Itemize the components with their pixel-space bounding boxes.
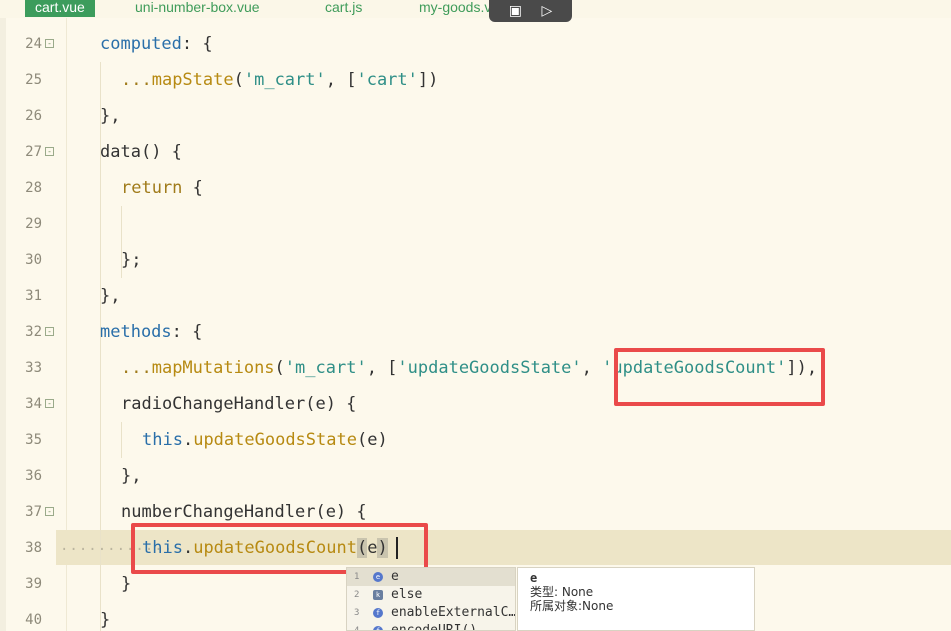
fold-toggle-icon[interactable]: -: [45, 399, 54, 408]
line-number: 27: [25, 144, 42, 160]
line-number: 33: [25, 360, 42, 376]
code-line-29[interactable]: 29: [0, 206, 951, 242]
code-line-30[interactable]: 30 };: [0, 242, 951, 278]
line-number: 24: [25, 36, 42, 52]
line-number: 37: [25, 504, 42, 520]
code-text: computed: {: [100, 34, 213, 54]
line-number: 34: [25, 396, 42, 412]
code-line-25[interactable]: 25 ...mapState('m_cart', ['cart']): [0, 62, 951, 98]
code-line-27[interactable]: 27 - data() {: [0, 134, 951, 170]
line-number: 26: [25, 108, 42, 124]
code-line-32[interactable]: 32 - methods: {: [0, 314, 951, 350]
annotation-box-mapmutations: [614, 348, 825, 406]
magic-edit-icon[interactable]: ▷: [541, 3, 552, 19]
function-icon: f: [373, 626, 383, 630]
code-line-28[interactable]: 28 return {: [0, 170, 951, 206]
tab-cart-vue[interactable]: cart.vue: [25, 0, 95, 17]
line-number: 30: [25, 252, 42, 268]
editor-tab-bar: cart.vue uni-number-box.vue cart.js my-g…: [0, 0, 951, 22]
line-number: 25: [25, 72, 42, 88]
fold-toggle-icon[interactable]: -: [45, 147, 54, 156]
autocomplete-detail: e 类型: None 所属对象:None: [517, 567, 755, 631]
code-text: data() {: [100, 142, 182, 162]
code-text: methods: {: [100, 322, 203, 342]
line-number: 36: [25, 468, 42, 484]
code-text: return {: [121, 178, 203, 198]
autocomplete-list[interactable]: 1 e e 2 k else 3 f enableExternalC… 4 f …: [346, 567, 516, 631]
line-number: 32: [25, 324, 42, 340]
code-text: radioChangeHandler(e) {: [121, 394, 357, 414]
code-line-26[interactable]: 26 },: [0, 98, 951, 134]
line-number: 38: [25, 540, 42, 556]
code-line-36[interactable]: 36 },: [0, 458, 951, 494]
autocomplete-item[interactable]: 1 e e: [347, 568, 515, 586]
tab-my-goods-vue[interactable]: my-goods.v: [409, 0, 501, 17]
code-text: ...mapState('m_cart', ['cart']): [121, 70, 439, 90]
autocomplete-item[interactable]: 3 f enableExternalC…: [347, 604, 515, 622]
line-number: 31: [25, 288, 42, 304]
code-text: };: [121, 250, 142, 270]
detail-name: e: [530, 571, 538, 585]
line-number: 35: [25, 432, 42, 448]
code-line-35[interactable]: 35 this.updateGoodsState(e): [0, 422, 951, 458]
code-text: },: [100, 106, 121, 126]
code-line-31[interactable]: 31 },: [0, 278, 951, 314]
autocomplete-item[interactable]: 4 f encodeURI(): [347, 622, 515, 630]
code-text: },: [100, 286, 121, 306]
code-text: }: [121, 574, 132, 594]
tab-cart-js[interactable]: cart.js: [315, 0, 372, 17]
code-text: }: [100, 610, 111, 630]
tab-uni-number-box-vue[interactable]: uni-number-box.vue: [125, 0, 270, 17]
detail-type: 类型: None: [530, 585, 594, 599]
line-number: 28: [25, 180, 42, 196]
code-text: },: [121, 466, 142, 486]
code-line-24[interactable]: 24 - computed: {: [0, 26, 951, 62]
code-text: this.updateGoodsState(e): [142, 430, 388, 450]
function-icon: f: [373, 608, 383, 618]
variable-icon: e: [373, 572, 383, 582]
line-number: 39: [25, 576, 42, 592]
detail-owner: 所属对象:None: [530, 599, 614, 613]
line-number: 40: [25, 612, 42, 628]
fold-toggle-icon[interactable]: -: [45, 39, 54, 48]
floating-toolbar: ▣ ▷: [489, 0, 572, 22]
autocomplete-item[interactable]: 2 k else: [347, 586, 515, 604]
line-number: 29: [25, 216, 42, 232]
fold-toggle-icon[interactable]: -: [45, 327, 54, 336]
keyword-icon: k: [373, 590, 383, 600]
fold-toggle-icon[interactable]: -: [45, 507, 54, 516]
screen-record-icon[interactable]: ▣: [509, 3, 522, 19]
